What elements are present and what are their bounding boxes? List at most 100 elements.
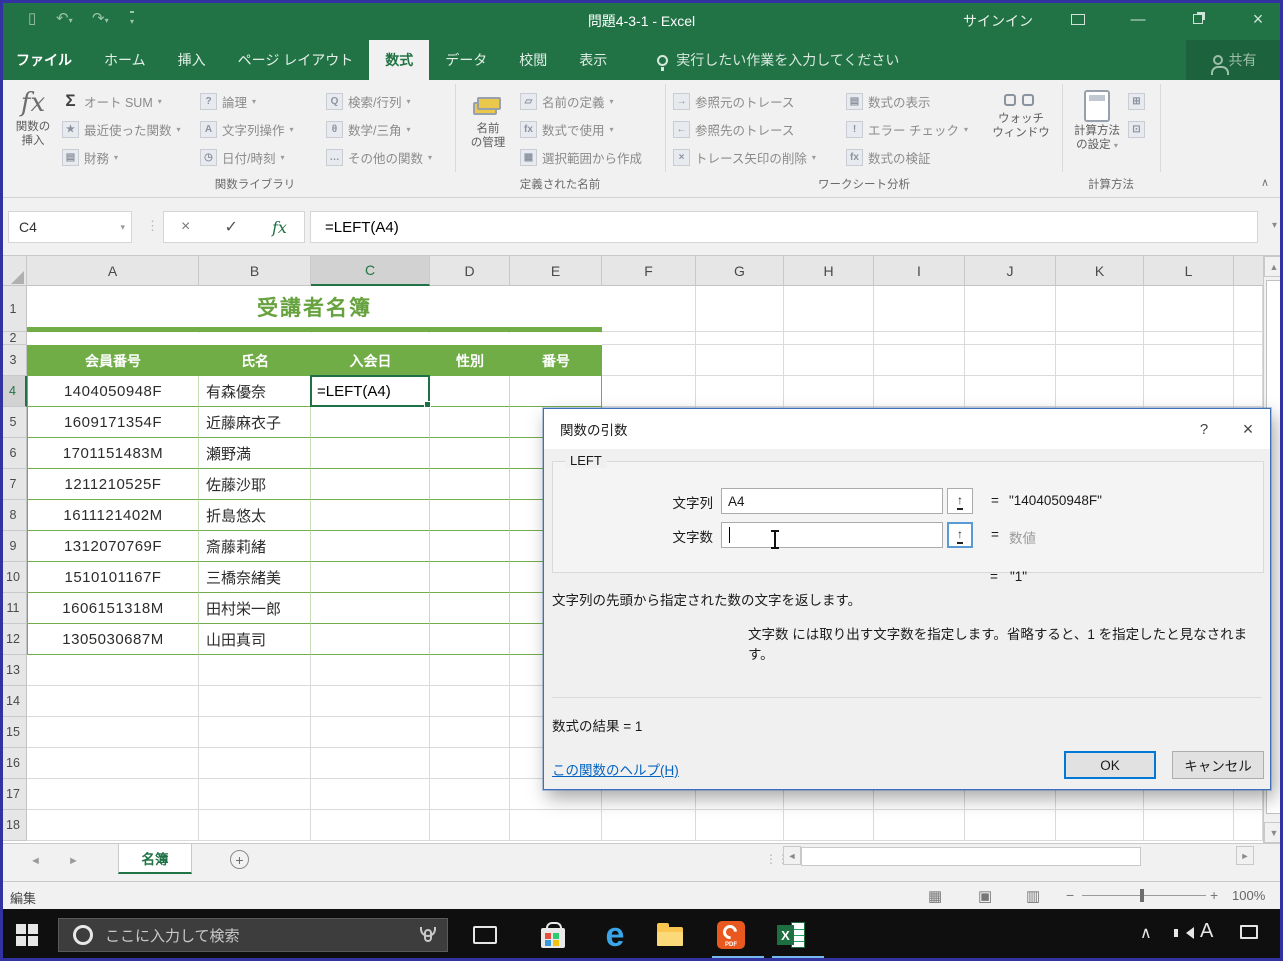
grid-cell[interactable] (965, 376, 1056, 407)
tab-home[interactable]: ホーム (88, 40, 162, 80)
grid-cell[interactable] (430, 686, 510, 717)
table-row-4-col-1[interactable]: 有森優奈 (199, 376, 311, 407)
select-all-corner[interactable] (0, 256, 27, 286)
table-row-5-col-3[interactable] (430, 407, 510, 438)
grid-cell[interactable] (199, 748, 311, 779)
grid-cell[interactable] (1144, 376, 1234, 407)
dialog-help-icon[interactable]: ? (1182, 409, 1226, 449)
grid-cell[interactable] (27, 686, 199, 717)
grid-cell[interactable] (199, 655, 311, 686)
table-header-3[interactable]: 性別 (430, 345, 510, 376)
grid-cell[interactable] (199, 686, 311, 717)
tab-file[interactable]: ファイル (0, 40, 88, 80)
table-row-7-col-0[interactable]: 1211210525F (27, 469, 199, 500)
grid-cell[interactable] (27, 748, 199, 779)
grid-cell[interactable] (874, 286, 965, 332)
table-row-8-col-1[interactable]: 折島悠太 (199, 500, 311, 531)
grid-cell[interactable] (430, 810, 510, 841)
row-header-5[interactable]: 5 (0, 407, 27, 438)
tab-review[interactable]: 校閲 (503, 40, 563, 80)
row-header-9[interactable]: 9 (0, 531, 27, 562)
grid-cell[interactable] (965, 332, 1056, 345)
grid-cell[interactable] (874, 345, 965, 376)
zoom-slider[interactable] (1082, 895, 1206, 896)
tab-page-layout[interactable]: ページ レイアウト (222, 40, 370, 80)
column-header-G[interactable]: G (696, 256, 784, 286)
grid-cell[interactable] (311, 655, 430, 686)
table-row-7-col-2[interactable] (311, 469, 430, 500)
row-header-4[interactable]: 4 (0, 376, 27, 407)
grid-cell[interactable] (696, 376, 784, 407)
row-header-6[interactable]: 6 (0, 438, 27, 469)
grid-cell[interactable] (696, 332, 784, 345)
new-sheet-button[interactable]: + (230, 850, 249, 869)
cancel-button[interactable]: キャンセル (1172, 751, 1264, 779)
minimize-button[interactable]: — (1118, 6, 1158, 32)
insert-function-fx-icon[interactable]: fx (272, 218, 287, 237)
ribbon-button-text-functions[interactable]: A文字列操作▾ (200, 116, 294, 142)
grid-cell[interactable] (430, 655, 510, 686)
arg2-input[interactable] (721, 522, 943, 548)
column-header-H[interactable]: H (784, 256, 874, 286)
table-title-cell[interactable]: 受講者名簿 (27, 286, 602, 332)
row-header-18[interactable]: 18 (0, 810, 27, 841)
file-explorer-icon[interactable] (655, 921, 685, 949)
grid-cell[interactable] (1144, 345, 1234, 376)
row-header-8[interactable]: 8 (0, 500, 27, 531)
column-header-L[interactable]: L (1144, 256, 1234, 286)
column-header-K[interactable]: K (1056, 256, 1144, 286)
table-header-4[interactable]: 番号 (510, 345, 602, 376)
grid-cell[interactable] (874, 376, 965, 407)
table-row-7-col-3[interactable] (430, 469, 510, 500)
ribbon-button-error-checking[interactable]: !エラー チェック▾ (846, 116, 968, 142)
grid-cell[interactable] (1144, 286, 1234, 332)
table-row-11-col-0[interactable]: 1606151318M (27, 593, 199, 624)
grid-cell[interactable] (27, 717, 199, 748)
watch-window-button[interactable]: ウォッチ ウィンドウ (988, 86, 1054, 178)
grid-cell[interactable] (965, 345, 1056, 376)
table-row-10-col-2[interactable] (311, 562, 430, 593)
grid-cell[interactable] (27, 779, 199, 810)
scroll-up-icon[interactable]: ▲ (1264, 256, 1283, 277)
grid-cell[interactable] (1234, 345, 1263, 376)
insert-function-button[interactable]: fx 関数の 挿入 (8, 86, 58, 178)
ribbon-button-evaluate-formula[interactable]: fx数式の検証 (846, 144, 968, 170)
grid-cell[interactable] (1234, 286, 1263, 332)
formula-input[interactable]: =LEFT(A4) (310, 211, 1258, 243)
column-header-E[interactable]: E (510, 256, 602, 286)
table-row-4-col-0[interactable]: 1404050948F (27, 376, 199, 407)
grid-cell[interactable] (602, 810, 696, 841)
grid-cell[interactable] (965, 286, 1056, 332)
name-box[interactable]: C4 ▾ (8, 211, 132, 243)
column-header-A[interactable]: A (27, 256, 199, 286)
collapse-ribbon-icon[interactable]: ∧ (1261, 176, 1269, 189)
grid-cell[interactable] (311, 686, 430, 717)
grid-cell[interactable] (696, 345, 784, 376)
grid-cell[interactable] (1234, 332, 1263, 345)
horizontal-scrollbar[interactable] (801, 847, 1232, 866)
page-break-view-icon[interactable]: ▥ (1026, 887, 1040, 905)
grid-cell[interactable] (1234, 810, 1263, 841)
hscroll-right-icon[interactable]: ► (1236, 846, 1254, 865)
ribbon-button-calculate-sheet[interactable]: ⊡ (1128, 116, 1145, 142)
ribbon-button-date-time[interactable]: ◷日付/時刻▾ (200, 144, 294, 170)
cancel-entry-icon[interactable]: × (181, 218, 190, 236)
table-row-9-col-0[interactable]: 1312070769F (27, 531, 199, 562)
grid-cell[interactable] (874, 810, 965, 841)
sheet-tab-meibo[interactable]: 名簿 (118, 844, 192, 874)
table-row-10-col-3[interactable] (430, 562, 510, 593)
grid-cell[interactable] (27, 810, 199, 841)
table-row-12-col-2[interactable] (311, 624, 430, 655)
grid-cell[interactable] (784, 332, 874, 345)
column-header-B[interactable]: B (199, 256, 311, 286)
zoom-level[interactable]: 100% (1232, 888, 1265, 903)
taskbar-search-box[interactable]: ここに入力して検索 (58, 918, 448, 952)
tab-view[interactable]: 表示 (563, 40, 623, 80)
column-header-D[interactable]: D (430, 256, 510, 286)
column-header-J[interactable]: J (965, 256, 1056, 286)
row-header-11[interactable]: 11 (0, 593, 27, 624)
ribbon-display-options-button[interactable] (1058, 6, 1098, 32)
column-header-I[interactable]: I (874, 256, 965, 286)
grid-cell[interactable] (1056, 345, 1144, 376)
table-row-11-col-2[interactable] (311, 593, 430, 624)
